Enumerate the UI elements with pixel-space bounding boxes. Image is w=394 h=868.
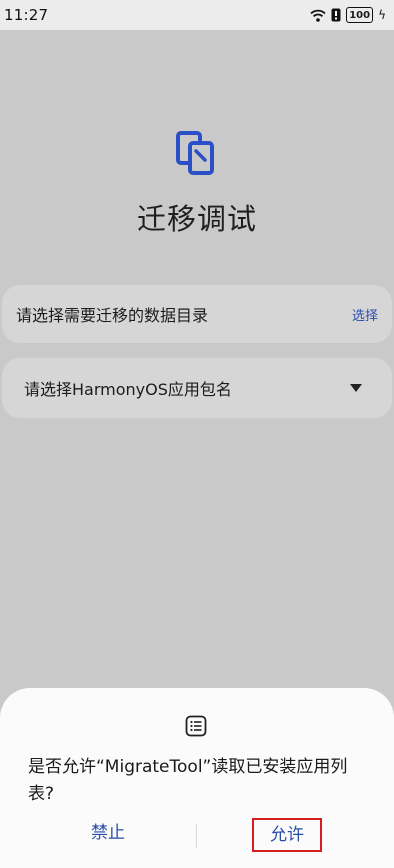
- permission-dialog: 是否允许“MigrateTool”读取已安装应用列表? 禁止 允许: [0, 688, 394, 868]
- status-icons: 100 ϟ: [310, 7, 386, 23]
- package-dropdown[interactable]: 请选择HarmonyOS应用包名: [2, 358, 392, 418]
- data-dir-label: 请选择需要迁移的数据目录: [16, 306, 209, 325]
- page-title: 迁移调试: [136, 202, 257, 236]
- battery-icon: 100: [346, 7, 374, 23]
- select-dir-button[interactable]: 选择: [352, 305, 378, 324]
- app-list-icon: [185, 715, 207, 737]
- button-divider: [196, 824, 197, 848]
- status-time: 11:27: [4, 6, 49, 24]
- wifi-icon: [310, 9, 326, 22]
- battery-level: 100: [349, 9, 371, 21]
- allow-button[interactable]: 允许: [252, 818, 322, 852]
- data-dir-row: 请选择需要迁移的数据目录 选择: [2, 285, 392, 343]
- charging-icon: ϟ: [378, 8, 386, 22]
- deny-button[interactable]: 禁止: [88, 818, 128, 843]
- notification-icon: [331, 8, 341, 22]
- status-bar: 11:27 100 ϟ: [0, 0, 394, 30]
- package-dropdown-label: 请选择HarmonyOS应用包名: [24, 380, 232, 399]
- dialog-message: 是否允许“MigrateTool”读取已安装应用列表?: [28, 757, 348, 804]
- dropdown-arrow-icon: [350, 384, 362, 392]
- migrate-app-icon: [176, 131, 214, 175]
